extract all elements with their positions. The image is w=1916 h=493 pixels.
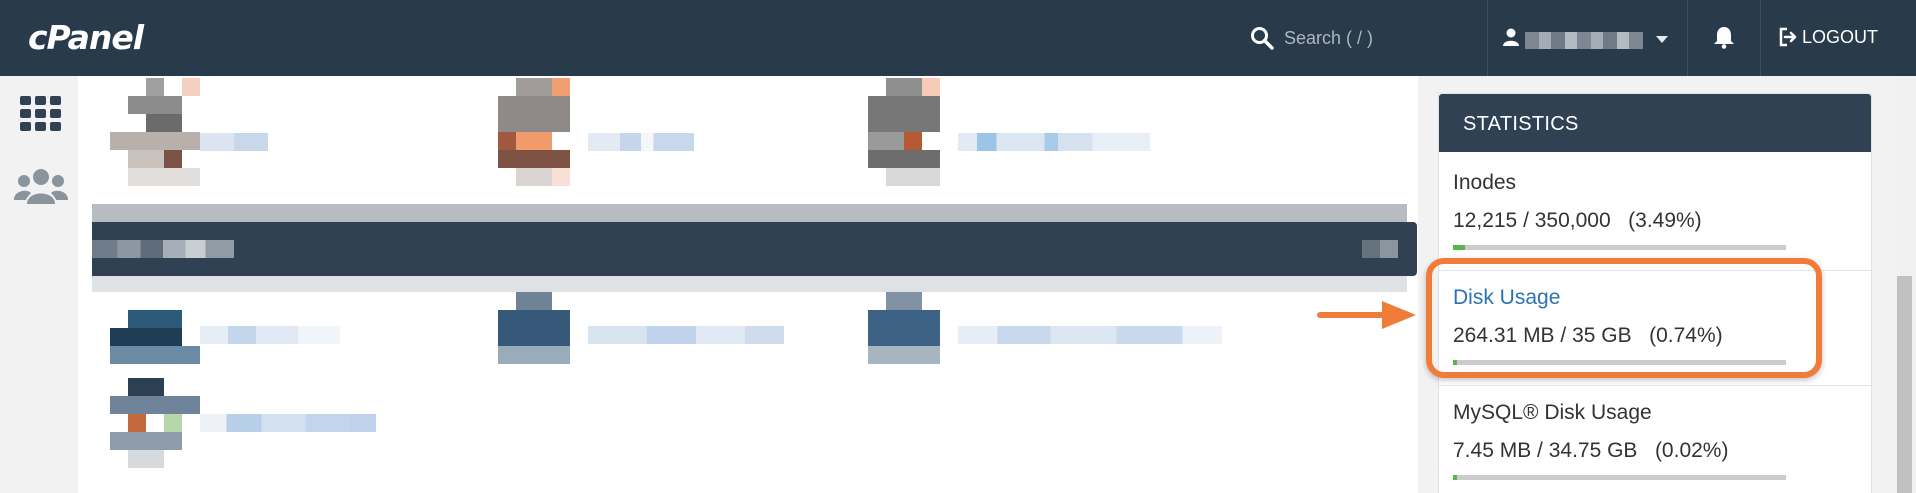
stat-label: Inodes (1453, 171, 1517, 194)
redacted-feature-icon[interactable] (868, 292, 940, 364)
scrollbar-thumb[interactable] (1897, 276, 1912, 493)
top-navbar: cPanel LOGOUT (0, 0, 1916, 76)
statistics-header: STATISTICS (1439, 94, 1871, 152)
redacted-feature-icon[interactable] (868, 78, 958, 186)
chevron-down-icon[interactable] (1656, 36, 1668, 43)
redacted-feature-label[interactable] (588, 133, 694, 151)
scrollbar[interactable] (1895, 76, 1916, 493)
divider (1687, 0, 1688, 76)
logout-label: LOGOUT (1802, 26, 1879, 47)
user-icon (1503, 28, 1519, 46)
redacted-feature-label[interactable] (958, 326, 1222, 344)
redacted-feature-label[interactable] (200, 133, 268, 151)
redacted-feature-label[interactable] (588, 326, 784, 344)
logout-button[interactable]: LOGOUT (1778, 24, 1878, 50)
progress-bar (1453, 475, 1786, 480)
progress-bar (1453, 245, 1786, 250)
stat-mysql-disk-usage: MySQL® Disk Usage 7.45 MB / 34.75 GB (0.… (1439, 386, 1871, 493)
statistics-title: STATISTICS (1463, 113, 1579, 135)
search-icon[interactable] (1250, 26, 1274, 50)
bell-icon[interactable] (1713, 25, 1735, 49)
cpanel-logo[interactable]: cPanel (28, 18, 144, 57)
grid-icon[interactable] (20, 96, 62, 132)
divider (1487, 0, 1488, 76)
redacted-feature-icon[interactable] (110, 378, 200, 468)
redacted-feature-label[interactable] (958, 133, 1150, 151)
stat-value: 12,215 / 350,000 (3.49%) (1453, 209, 1702, 232)
search-input[interactable] (1284, 24, 1464, 52)
logout-icon (1779, 27, 1797, 47)
left-sidebar (0, 76, 78, 493)
divider (1760, 0, 1761, 76)
annotation-highlight-box (1426, 258, 1822, 378)
redacted-feature-label[interactable] (200, 326, 340, 344)
annotation-arrow-icon (1317, 301, 1416, 329)
redacted-feature-icon[interactable] (110, 310, 200, 364)
redacted-feature-label[interactable] (200, 414, 376, 432)
username-redacted[interactable] (1525, 32, 1643, 49)
redacted-feature-icon[interactable] (498, 292, 570, 364)
redacted-feature-icon[interactable] (498, 78, 570, 186)
stat-label: MySQL® Disk Usage (1453, 401, 1652, 424)
stat-value: 7.45 MB / 34.75 GB (0.02%) (1453, 439, 1729, 462)
redacted-feature-icon[interactable] (110, 78, 200, 186)
users-icon[interactable] (14, 168, 68, 204)
redacted-section-header[interactable] (92, 204, 1417, 292)
stat-inodes: Inodes 12,215 / 350,000 (3.49%) (1439, 156, 1871, 271)
